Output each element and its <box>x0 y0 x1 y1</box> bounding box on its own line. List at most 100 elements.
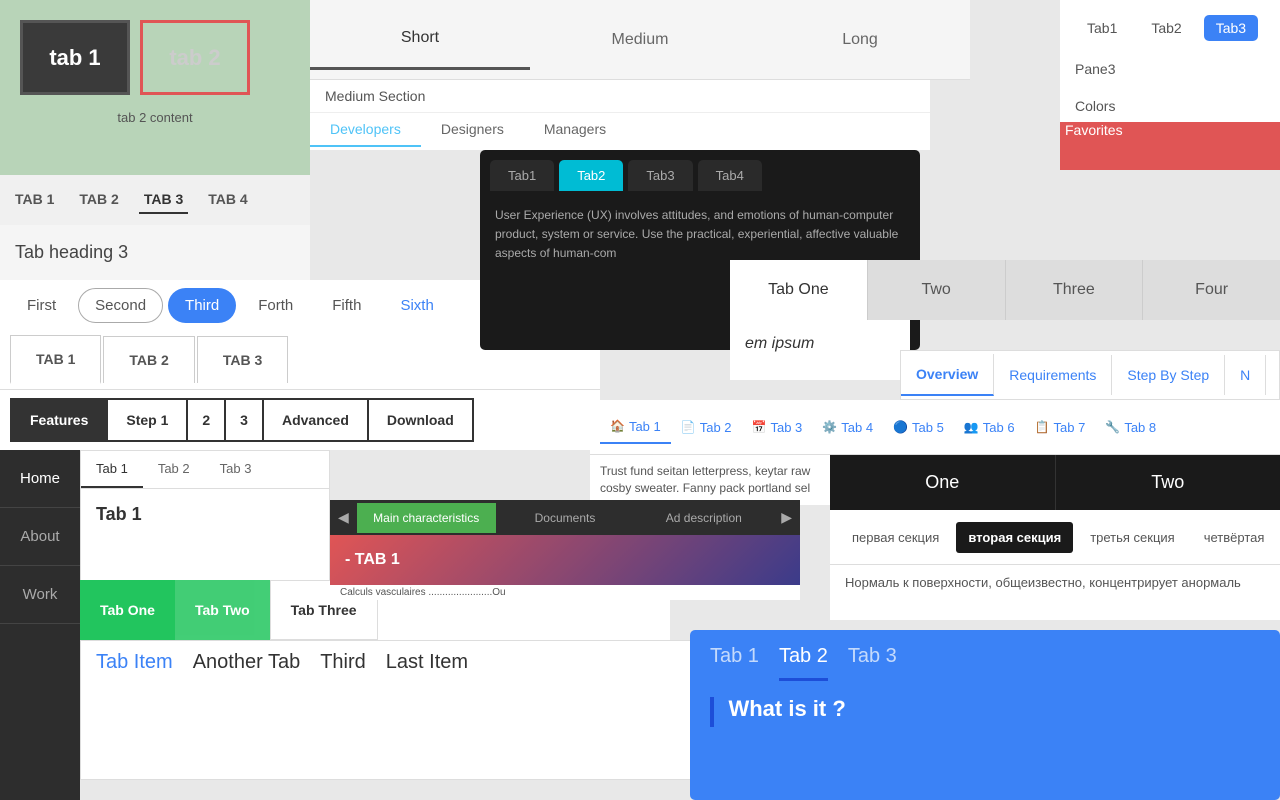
tab-main-characteristics[interactable]: Main characteristics <box>357 503 496 533</box>
sidebar-item-home[interactable]: Home <box>0 450 80 508</box>
pill-tab-third[interactable]: Third <box>168 288 236 323</box>
next-arrow[interactable]: ▶ <box>773 509 800 526</box>
russian-text: Нормаль к поверхности, общеизвестно, кон… <box>845 575 1241 590</box>
grey-tab-three[interactable]: Three <box>1006 260 1144 320</box>
pill-tab-first[interactable]: First <box>10 288 73 323</box>
dark-col-one[interactable]: One <box>830 455 1056 510</box>
ru-tab-1[interactable]: первая секция <box>840 522 951 553</box>
colors-tab-panel: Colors Favorites <box>1060 90 1280 170</box>
pill-tab-fifth[interactable]: Fifth <box>315 288 378 323</box>
ru-tab-3[interactable]: третья секция <box>1078 522 1187 553</box>
grey-tab-four[interactable]: Four <box>1143 260 1280 320</box>
tab-n[interactable]: N <box>1225 355 1266 395</box>
tab-overview[interactable]: Overview <box>901 354 994 396</box>
grey-tab-one[interactable]: Tab One <box>730 260 868 320</box>
tr-tab-2[interactable]: Tab2 <box>1139 15 1193 41</box>
tab-3[interactable]: TAB 3 <box>139 186 188 214</box>
blue-tab-3[interactable]: Tab 3 <box>848 645 897 681</box>
top-tab-long[interactable]: Long <box>750 11 970 69</box>
icon-tab-group: 🏠 Tab 1 📄 Tab 2 📅 Tab 3 ⚙️ Tab 4 🔵 Tab 5… <box>590 400 1280 455</box>
calculs-content: Calculs vasculaires ....................… <box>340 587 506 598</box>
blue-tab-content: What is it ? <box>690 681 1280 742</box>
button-tab-group: Features Step 1 2 3 Advanced Download <box>0 390 600 450</box>
sidebar-item-about[interactable]: About <box>0 508 80 566</box>
tab-requirements[interactable]: Requirements <box>994 355 1112 395</box>
btn-tab-download[interactable]: Download <box>367 398 474 442</box>
step-tab-group: Overview Requirements Step By Step N <box>900 350 1280 400</box>
btn-tab-3[interactable]: 3 <box>224 398 264 442</box>
dark-tab-2[interactable]: Tab2 <box>559 160 623 191</box>
section-tab-group: Medium Section Developers Designers Mana… <box>310 80 930 150</box>
dark-tab-1[interactable]: Tab1 <box>490 160 554 191</box>
dark-tab-4[interactable]: Tab4 <box>698 160 762 191</box>
pill-tab-second[interactable]: Second <box>78 288 163 323</box>
trust-fund-text: Trust fund seitan letterpress, keytar ra… <box>590 455 830 505</box>
calendar-icon: 📅 <box>752 420 767 434</box>
tr-tab-1[interactable]: Tab1 <box>1075 15 1129 41</box>
green-tab-two[interactable]: Tab Two <box>175 580 270 640</box>
tab-2[interactable]: TAB 2 <box>74 186 123 214</box>
green-tab-one[interactable]: Tab One <box>80 580 175 640</box>
tab2-box[interactable]: tab 2 <box>140 20 250 95</box>
large-tab-another[interactable]: Another Tab <box>193 651 301 674</box>
large-tab-last[interactable]: Last Item <box>386 651 468 674</box>
tab-designers[interactable]: Designers <box>421 113 524 147</box>
people-icon: 👥 <box>964 420 979 434</box>
circle-icon: 🔵 <box>893 420 908 434</box>
icon-tab-2[interactable]: 📄 Tab 2 <box>671 412 742 443</box>
mini-tab-2[interactable]: Tab 2 <box>143 451 205 488</box>
prev-arrow[interactable]: ◀ <box>330 509 357 526</box>
tab-ad-description[interactable]: Ad description <box>634 503 773 533</box>
box-tab-3[interactable]: TAB 3 <box>197 336 288 383</box>
ru-tab-2[interactable]: вторая секция <box>956 522 1073 553</box>
large-tab-bar: Tab Item Another Tab Third Last Item <box>81 641 729 684</box>
dark-tab-3[interactable]: Tab3 <box>628 160 692 191</box>
mini-tab-1[interactable]: Tab 1 <box>81 451 143 488</box>
btn-tab-step1[interactable]: Step 1 <box>106 398 188 442</box>
tab-4[interactable]: TAB 4 <box>203 186 252 214</box>
pill-tab-sixth[interactable]: Sixth <box>383 288 450 323</box>
icon-tab-1[interactable]: 🏠 Tab 1 <box>600 411 671 444</box>
top-tab-bar: Short Medium Long <box>310 0 970 80</box>
mini-tab-3[interactable]: Tab 3 <box>205 451 267 488</box>
tab-heading-3: Tab heading 3 <box>15 242 128 263</box>
icon-tab-7[interactable]: 📋 Tab 7 <box>1025 412 1096 443</box>
icon-tab-8[interactable]: 🔧 Tab 8 <box>1095 412 1166 443</box>
tab-documents[interactable]: Documents <box>496 503 635 533</box>
tr-tab-bar: Tab1 Tab2 Tab3 <box>1060 0 1280 56</box>
large-tab-item[interactable]: Tab Item <box>96 651 173 674</box>
box-tab-2[interactable]: TAB 2 <box>103 336 194 383</box>
section-header: Medium Section <box>310 80 930 113</box>
large-tab-third[interactable]: Third <box>320 651 366 674</box>
top-tab-short[interactable]: Short <box>310 9 530 70</box>
btn-tab-advanced[interactable]: Advanced <box>262 398 369 442</box>
tab-developers[interactable]: Developers <box>310 113 421 147</box>
blue-tab-2[interactable]: Tab 2 <box>779 645 828 681</box>
panel-box-tabs: tab 1 tab 2 tab 2 content <box>0 0 310 175</box>
icon-tab-4[interactable]: ⚙️ Tab 4 <box>812 412 883 443</box>
tab-1[interactable]: TAB 1 <box>10 186 59 214</box>
lorem-text: em ipsum <box>730 320 910 380</box>
ru-tab-4[interactable]: четвёртая <box>1192 522 1277 553</box>
btn-tab-2[interactable]: 2 <box>186 398 226 442</box>
dark-col-two[interactable]: Two <box>1056 455 1280 510</box>
btn-tab-features[interactable]: Features <box>10 398 108 442</box>
sidebar-item-work[interactable]: Work <box>0 566 80 624</box>
favorites-label[interactable]: Favorites <box>1060 117 1128 143</box>
pill-tab-forth[interactable]: Forth <box>241 288 310 323</box>
tr-tab-3[interactable]: Tab3 <box>1204 15 1258 41</box>
tab-heading-panel: Tab heading 3 <box>0 225 310 280</box>
top-tab-medium[interactable]: Medium <box>530 11 750 69</box>
tab-managers[interactable]: Managers <box>524 113 626 147</box>
blue-panel-title: What is it ? <box>728 696 845 721</box>
box-tab-1[interactable]: TAB 1 <box>10 335 101 384</box>
icon-tab-6[interactable]: 👥 Tab 6 <box>954 412 1025 443</box>
calculs-text: Calculs vasculaires ....................… <box>330 585 800 600</box>
icon-tab-3[interactable]: 📅 Tab 3 <box>742 412 813 443</box>
grey-tab-two[interactable]: Two <box>868 260 1006 320</box>
tr-tab-pane: Pane3 <box>1060 56 1280 82</box>
blue-tab-1[interactable]: Tab 1 <box>710 645 759 681</box>
tab1-box[interactable]: tab 1 <box>20 20 130 95</box>
tab-step-by-step[interactable]: Step By Step <box>1112 355 1225 395</box>
icon-tab-5[interactable]: 🔵 Tab 5 <box>883 412 954 443</box>
